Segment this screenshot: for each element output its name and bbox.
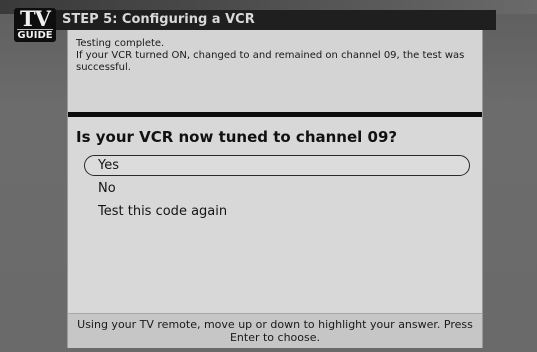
divider xyxy=(68,112,482,117)
answer-options: Yes No Test this code again xyxy=(84,155,470,224)
question-text: Is your VCR now tuned to channel 09? xyxy=(76,128,398,146)
info-line-1: Testing complete. xyxy=(76,38,165,49)
logo-tv-text: TV xyxy=(20,6,51,31)
step-title: STEP 5: Configuring a VCR xyxy=(56,10,496,30)
instructions-footer: Using your TV remote, move up or down to… xyxy=(68,313,482,348)
tv-guide-screen: TV GUIDE STEP 5: Configuring a VCR Testi… xyxy=(0,0,537,352)
tv-guide-logo: TV GUIDE xyxy=(14,8,56,42)
option-test-again[interactable]: Test this code again xyxy=(84,201,470,222)
logo-guide-text: GUIDE xyxy=(17,29,53,41)
option-yes[interactable]: Yes xyxy=(84,155,470,176)
info-message: Testing complete. If your VCR turned ON,… xyxy=(68,30,482,112)
dialog-panel: Testing complete. If your VCR turned ON,… xyxy=(67,30,483,348)
info-line-2: If your VCR turned ON, changed to and re… xyxy=(76,50,465,73)
option-no[interactable]: No xyxy=(84,178,470,199)
